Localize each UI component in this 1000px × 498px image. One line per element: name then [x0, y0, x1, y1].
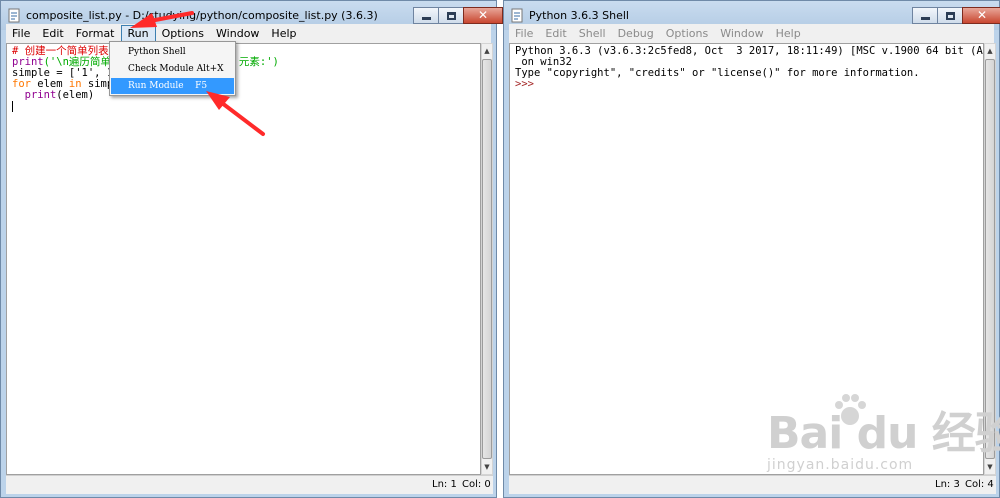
annotation-arrows	[130, 11, 265, 136]
arrow-to-run-menu	[130, 11, 194, 28]
arrow-to-run-module	[206, 91, 265, 136]
